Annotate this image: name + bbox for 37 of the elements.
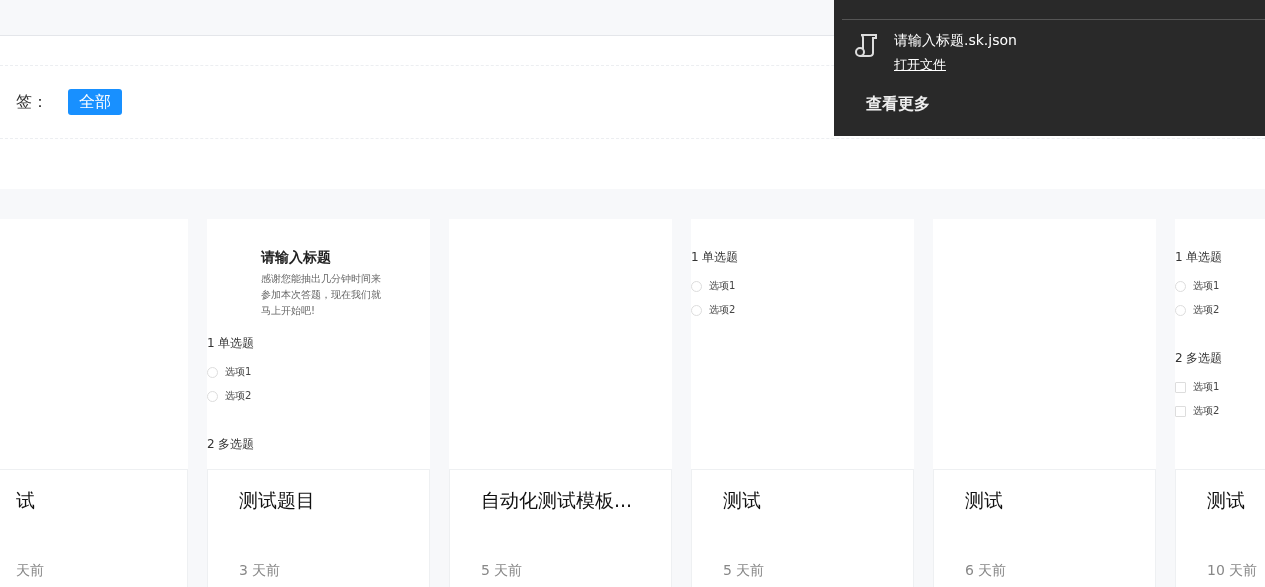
- checkbox-icon: [1175, 381, 1186, 393]
- card-age: 天前: [16, 562, 45, 580]
- file-name: 请输入标题.sk.json: [894, 32, 1017, 50]
- card-title: 测试: [1207, 488, 1246, 513]
- card-age: 5 天前: [723, 562, 766, 580]
- question-title: 1 单选题: [207, 335, 256, 352]
- card-age: 10 天前: [1207, 562, 1259, 580]
- card-title: 测试: [965, 488, 1004, 513]
- template-preview[interactable]: 1 单选题 选项1 选项2: [691, 219, 914, 469]
- option-label: 选项1: [1193, 279, 1220, 293]
- question-title: 1 单选题: [691, 249, 740, 266]
- template-preview[interactable]: 1 单选题 选项1 选项2 2 多选题 选项1 选项2: [1175, 219, 1265, 469]
- option-label: 选项2: [1193, 404, 1220, 418]
- file-icon: [854, 32, 880, 58]
- template-preview[interactable]: 请输入标题 感谢您能抽出几分钟时间来参加本次答题，现在我们就马上开始吧! 1 单选题 选项1 选项2 2 多选题: [207, 219, 430, 469]
- card-title: 测试题目: [239, 488, 316, 513]
- option-label: 选项2: [709, 303, 736, 317]
- option-label: 选项1: [1193, 380, 1220, 394]
- option-label: 选项1: [225, 365, 252, 379]
- card-title: 自动化测试模板...: [481, 488, 634, 513]
- question-title: 1 单选题: [1175, 249, 1224, 266]
- option-label: 选项1: [709, 279, 736, 293]
- card-title: 测试: [723, 488, 762, 513]
- option-label: 选项2: [225, 389, 252, 403]
- question-title: 2 多选题: [207, 436, 256, 453]
- card-age: 6 天前: [965, 562, 1008, 580]
- option-label: 选项2: [1193, 303, 1220, 317]
- card-age: 3 天前: [239, 562, 282, 580]
- question-title: 2 多选题: [1175, 350, 1224, 367]
- card-title: 试: [16, 488, 36, 513]
- card-age: 5 天前: [481, 562, 524, 580]
- see-more-link[interactable]: 查看更多: [834, 74, 1265, 115]
- open-file-link[interactable]: 打开文件: [894, 56, 1017, 74]
- preview-title: 请输入标题: [261, 249, 332, 267]
- tag-filter-label: 签：: [16, 91, 48, 113]
- checkbox-icon: [1175, 405, 1186, 417]
- preview-description: 感谢您能抽出几分钟时间来参加本次答题，现在我们就马上开始吧!: [261, 272, 381, 318]
